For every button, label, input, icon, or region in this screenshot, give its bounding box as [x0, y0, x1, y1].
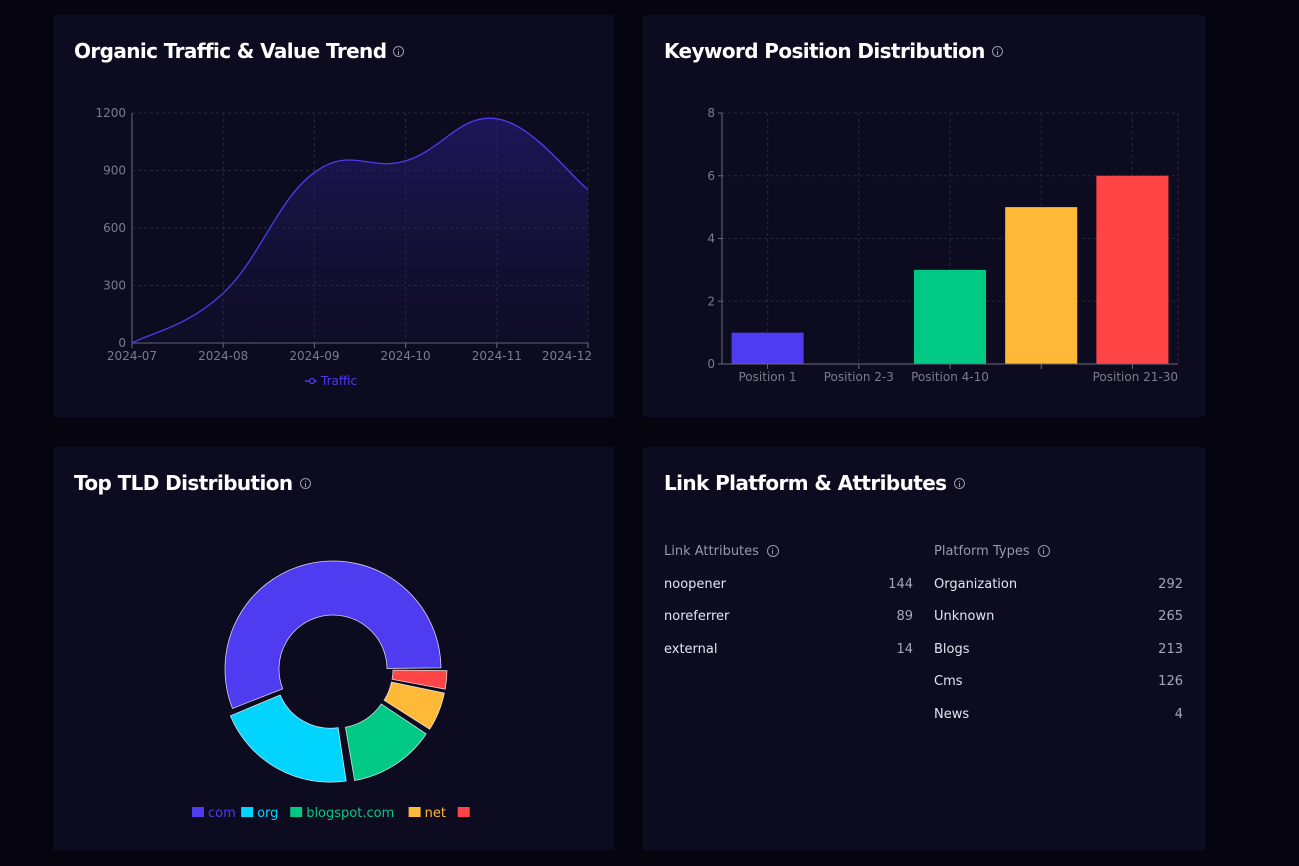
- link-attributes-label: Link Attributes: [664, 543, 759, 559]
- x-tick-label: 2024-08: [198, 349, 248, 363]
- legend-swatch: [290, 807, 303, 817]
- traffic-chart: 0 300 600 900 1200 2024-07 2024-08 2024-09 2024-…: [95, 106, 592, 388]
- keyword-position-card: Keyword Position Distribution 0 2 4 6 8 Posit…: [643, 15, 1205, 417]
- x-tick-label: Position 4-10: [911, 370, 989, 384]
- x-tick-label: 2024-10: [381, 349, 431, 363]
- legend-swatch: [192, 807, 204, 817]
- list-item: external 14: [664, 633, 913, 666]
- item-name: Organization: [934, 576, 1018, 592]
- item-value: 265: [1158, 609, 1183, 625]
- y-tick-label: 0: [707, 357, 715, 371]
- item-value: 89: [896, 609, 913, 625]
- info-icon[interactable]: [766, 545, 779, 557]
- x-tick-label: 2024-12: [542, 349, 592, 363]
- platform-types-section: Platform Types Organization 292 Unknown …: [934, 542, 1183, 731]
- tld-distribution-card: Top TLD Distribution com org blogspot.com n…: [53, 447, 614, 850]
- bar-position-4-10: [913, 269, 987, 364]
- x-tick-label: Position 21-30: [1093, 370, 1178, 384]
- item-value: 14: [896, 641, 913, 657]
- keyword-chart: 0 2 4 6 8 Position 1 Position 2-3 Position 4-10…: [707, 106, 1179, 384]
- bar-position-1: [731, 332, 804, 364]
- list-item: Unknown 265: [934, 601, 1183, 634]
- item-value: 292: [1158, 576, 1183, 592]
- item-value: 4: [1174, 706, 1183, 722]
- pie-slice-org: [229, 694, 347, 783]
- platform-types-heading: Platform Types: [934, 542, 1183, 560]
- link-attributes-heading: Link Attributes: [664, 542, 913, 560]
- x-tick-label: Position 1: [739, 370, 797, 384]
- list-item: Cms 126: [934, 666, 1183, 699]
- links-card-title: Link Platform & Attributes: [664, 471, 965, 495]
- legend-label: com: [208, 806, 236, 821]
- item-name: Unknown: [934, 609, 995, 625]
- x-tick-label: 2024-11: [472, 349, 522, 363]
- bar-position-11-20: [1005, 207, 1078, 364]
- legend-swatch: [457, 807, 470, 817]
- info-icon[interactable]: [1037, 545, 1050, 557]
- link-attributes-list: noopener 144 noreferrer 89 external 14: [664, 568, 913, 666]
- item-value: 126: [1158, 674, 1183, 690]
- x-tick-label: 2024-09: [289, 349, 339, 363]
- traffic-area: [132, 118, 588, 344]
- legend-label: blogspot.com: [306, 806, 394, 821]
- y-tick-label: 900: [103, 164, 126, 178]
- item-name: external: [664, 641, 718, 657]
- item-name: Cms: [934, 674, 963, 690]
- legend-traffic-marker: [308, 377, 316, 385]
- item-name: noopener: [664, 576, 726, 592]
- y-tick-label: 1200: [95, 106, 126, 120]
- platform-types-label: Platform Types: [934, 543, 1030, 559]
- item-name: Blogs: [934, 641, 970, 657]
- legend-label: org: [257, 806, 278, 821]
- y-tick-label: 4: [707, 232, 715, 246]
- traffic-trend-card: Organic Traffic & Value Trend 0 300 600 900…: [53, 15, 614, 417]
- item-value: 144: [888, 576, 913, 592]
- y-tick-label: 0: [118, 336, 126, 350]
- y-tick-label: 2: [707, 294, 715, 308]
- y-tick-label: 8: [707, 106, 715, 120]
- list-item: Blogs 213: [934, 633, 1183, 666]
- x-tick-label: Position 2-3: [824, 370, 894, 384]
- info-icon[interactable]: [953, 477, 965, 489]
- y-tick-label: 6: [707, 169, 715, 183]
- bar-position-21-30: [1096, 175, 1169, 364]
- legend-traffic-label: Traffic: [320, 374, 357, 388]
- tld-chart: com org blogspot.com net: [192, 560, 470, 821]
- list-item: noopener 144: [664, 568, 913, 601]
- platform-types-list: Organization 292 Unknown 265 Blogs 213 C…: [934, 568, 1183, 731]
- legend-label: net: [425, 806, 446, 821]
- x-tick-label: 2024-07: [107, 349, 157, 363]
- links-title-text: Link Platform & Attributes: [664, 471, 947, 495]
- link-platform-card: Link Platform & Attributes Link Attribut…: [643, 447, 1205, 850]
- y-tick-label: 300: [103, 279, 126, 293]
- item-name: News: [934, 706, 970, 722]
- legend-swatch: [241, 807, 254, 817]
- y-tick-label: 600: [103, 221, 126, 235]
- list-item: News 4: [934, 698, 1183, 731]
- item-name: noreferrer: [664, 609, 730, 625]
- item-value: 213: [1158, 641, 1183, 657]
- list-item: noreferrer 89: [664, 601, 913, 634]
- link-attributes-section: Link Attributes noopener 144 noreferrer …: [664, 542, 913, 666]
- legend-swatch: [408, 807, 421, 817]
- list-item: Organization 292: [934, 568, 1183, 601]
